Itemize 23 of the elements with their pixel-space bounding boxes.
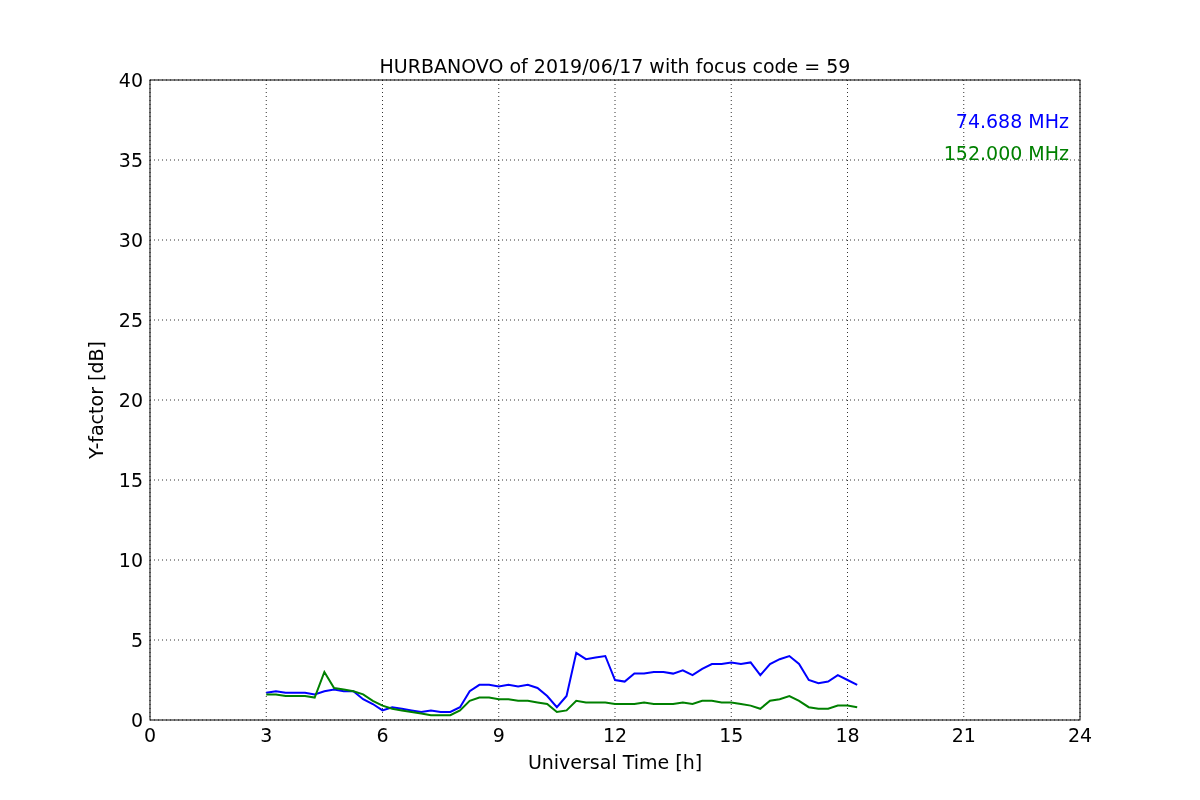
x-tick-label: 18: [835, 724, 860, 746]
legend-label: 152.000 MHz: [943, 142, 1069, 164]
y-tick-label: 10: [118, 549, 143, 571]
x-tick-label: 24: [1067, 724, 1093, 746]
x-tick-label: 3: [260, 724, 273, 746]
x-tick-label: 9: [492, 724, 505, 746]
chart-title: HURBANOVO of 2019/06/17 with focus code = 59: [379, 55, 851, 77]
y-axis-label: Y-factor [dB]: [85, 341, 107, 459]
x-tick-label: 6: [376, 724, 389, 746]
y-tick-label: 20: [118, 389, 143, 411]
x-axis-label: Universal Time [h]: [527, 751, 703, 773]
legend-label: 74.688 MHz: [955, 110, 1069, 132]
y-tick-label: 5: [130, 629, 143, 651]
y-tick-label: 25: [118, 309, 143, 331]
x-tick-label: 0: [143, 724, 157, 746]
x-tick-label: 21: [951, 724, 976, 746]
x-tick-label: 12: [602, 724, 628, 746]
y-tick-label: 0: [130, 709, 143, 731]
x-tick-label: 15: [719, 724, 744, 746]
y-tick-label: 40: [118, 69, 143, 91]
y-tick-label: 15: [118, 469, 143, 491]
y-tick-label: 35: [118, 149, 143, 171]
y-tick-label: 30: [118, 229, 143, 251]
